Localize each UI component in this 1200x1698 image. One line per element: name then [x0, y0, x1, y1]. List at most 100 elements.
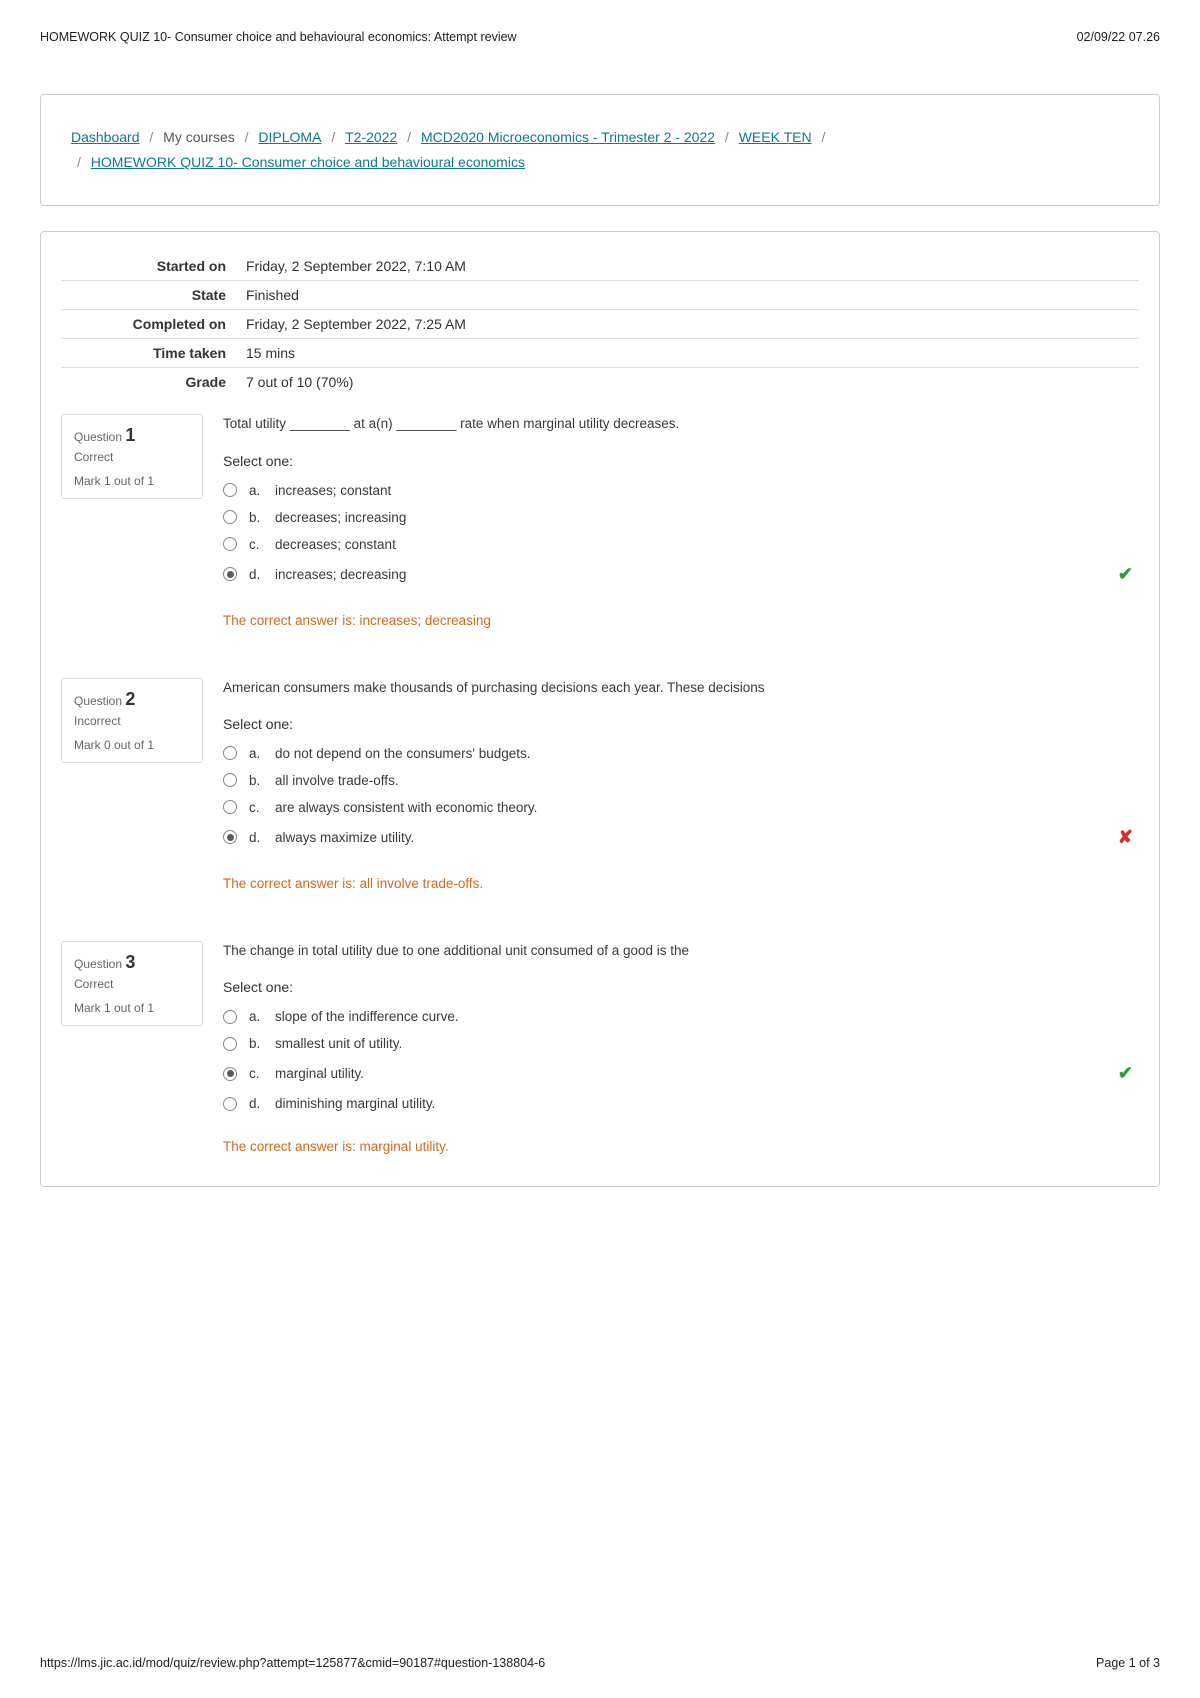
footer-page: Page 1 of 3 — [1096, 1656, 1160, 1670]
question-label: Question — [74, 694, 125, 708]
document-header: HOMEWORK QUIZ 10- Consumer choice and be… — [40, 30, 1160, 44]
breadcrumb-link[interactable]: DIPLOMA — [258, 129, 321, 145]
radio-icon[interactable] — [223, 1010, 237, 1024]
answer-option[interactable]: a. do not depend on the consumers' budget… — [223, 740, 1141, 767]
question-block: Question 1 Correct Mark 1 out of 1 Total ut… — [41, 396, 1159, 659]
radio-icon[interactable] — [223, 830, 237, 844]
breadcrumb-link[interactable]: T2-2022 — [345, 129, 397, 145]
question-mark: Mark 1 out of 1 — [74, 1001, 190, 1015]
answers-list: a. increases; constant b. decreases; increa… — [223, 477, 1141, 591]
option-letter: b. — [249, 773, 265, 788]
breadcrumb-link[interactable]: HOMEWORK QUIZ 10- Consumer choice and be… — [91, 154, 525, 170]
doc-datetime: 02/09/22 07.26 — [1077, 30, 1160, 44]
question-mark: Mark 0 out of 1 — [74, 738, 190, 752]
answer-option[interactable]: c.marginal utility.✔ — [223, 1057, 1141, 1090]
feedback-text: The correct answer is: all involve trade… — [223, 876, 1141, 891]
summary-label: Started on — [61, 252, 236, 281]
breadcrumb-link[interactable]: WEEK TEN — [739, 129, 812, 145]
option-text: decreases; increasing — [275, 510, 406, 525]
radio-icon[interactable] — [223, 537, 237, 551]
summary-row: StateFinished — [61, 281, 1139, 310]
answer-option[interactable]: b. decreases; increasing — [223, 504, 1141, 531]
breadcrumb-separator: / — [327, 129, 339, 145]
doc-title: HOMEWORK QUIZ 10- Consumer choice and be… — [40, 30, 517, 44]
option-letter: c. — [249, 537, 265, 552]
quiz-review-card: Started onFriday, 2 September 2022, 7:10… — [40, 231, 1160, 1187]
summary-label: Time taken — [61, 339, 236, 368]
radio-icon[interactable] — [223, 800, 237, 814]
option-text: slope of the indifference curve. — [275, 1009, 459, 1024]
option-letter: b. — [249, 1036, 265, 1051]
breadcrumb-separator: / — [403, 129, 415, 145]
summary-table: Started onFriday, 2 September 2022, 7:10… — [61, 252, 1139, 396]
option-text: marginal utility. — [275, 1066, 364, 1081]
question-number: 2 — [125, 689, 135, 709]
question-body: The change in total utility due to one a… — [203, 941, 1141, 1178]
option-text: decreases; constant — [275, 537, 396, 552]
summary-value: Friday, 2 September 2022, 7:10 AM — [236, 252, 1139, 281]
question-number: 1 — [125, 425, 135, 445]
feedback-text: The correct answer is: increases; decrea… — [223, 613, 1141, 628]
breadcrumb-separator: / — [818, 129, 826, 145]
question-status: Correct — [74, 977, 190, 991]
answer-option[interactable]: a. increases; constant — [223, 477, 1141, 504]
question-label: Question — [74, 430, 125, 444]
radio-icon[interactable] — [223, 483, 237, 497]
breadcrumb-separator: / — [146, 129, 158, 145]
option-letter: a. — [249, 746, 265, 761]
question-text: American consumers make thousands of pur… — [223, 678, 1141, 698]
checkmark-icon: ✔ — [1118, 564, 1141, 585]
answer-option[interactable]: b.smallest unit of utility. — [223, 1030, 1141, 1057]
option-letter: a. — [249, 1009, 265, 1024]
option-letter: d. — [249, 567, 265, 582]
answers-list: a. do not depend on the consumers' budget… — [223, 740, 1141, 854]
question-info-box: Question 3CorrectMark 1 out of 1 — [61, 941, 203, 1026]
radio-icon[interactable] — [223, 1067, 237, 1081]
summary-value: 7 out of 10 (70%) — [236, 368, 1139, 397]
radio-icon[interactable] — [223, 510, 237, 524]
answer-option[interactable]: d.diminishing marginal utility. — [223, 1090, 1141, 1117]
option-text: do not depend on the consumers' budgets. — [275, 746, 531, 761]
question-status: Correct — [74, 450, 190, 464]
breadcrumb: Dashboard / My courses / DIPLOMA / T2-20… — [41, 95, 1159, 205]
breadcrumb-text: My courses — [163, 129, 235, 145]
summary-row: Time taken15 mins — [61, 339, 1139, 368]
select-one-label: Select one: — [223, 453, 1141, 469]
breadcrumb-link[interactable]: MCD2020 Microeconomics - Trimester 2 - 2… — [421, 129, 715, 145]
summary-label: Completed on — [61, 310, 236, 339]
question-status: Incorrect — [74, 714, 190, 728]
breadcrumb-link[interactable]: Dashboard — [71, 129, 140, 145]
answer-option[interactable]: d.always maximize utility.✘ — [223, 821, 1141, 854]
answer-option[interactable]: c. decreases; constant — [223, 531, 1141, 558]
answer-option[interactable]: c.are always consistent with economic th… — [223, 794, 1141, 821]
radio-icon[interactable] — [223, 1097, 237, 1111]
radio-icon[interactable] — [223, 567, 237, 581]
question-body: Total utility ________ at a(n) ________ … — [203, 414, 1141, 651]
answer-option[interactable]: a. slope of the indifference curve. — [223, 1003, 1141, 1030]
radio-icon[interactable] — [223, 1037, 237, 1051]
option-text: increases; decreasing — [275, 567, 406, 582]
footer-url: https://lms.jic.ac.id/mod/quiz/review.ph… — [40, 1656, 545, 1670]
option-text: increases; constant — [275, 483, 391, 498]
select-one-label: Select one: — [223, 716, 1141, 732]
summary-label: Grade — [61, 368, 236, 397]
attempt-summary: Started onFriday, 2 September 2022, 7:10… — [41, 232, 1159, 396]
summary-label: State — [61, 281, 236, 310]
question-block: Question 2 Incorrect Mark 0 out of 1 Americ… — [41, 660, 1159, 923]
option-letter: b. — [249, 510, 265, 525]
option-letter: a. — [249, 483, 265, 498]
answer-option[interactable]: d. increases; decreasing ✔ — [223, 558, 1141, 591]
option-text: always maximize utility. — [275, 830, 414, 845]
summary-row: Started onFriday, 2 September 2022, 7:10… — [61, 252, 1139, 281]
question-mark: Mark 1 out of 1 — [74, 474, 190, 488]
radio-icon[interactable] — [223, 773, 237, 787]
breadcrumb-separator: / — [241, 129, 253, 145]
answer-option[interactable]: b.all involve trade-offs. — [223, 767, 1141, 794]
breadcrumb-separator: / — [721, 129, 733, 145]
summary-row: Grade7 out of 10 (70%) — [61, 368, 1139, 397]
question-label: Question — [74, 957, 125, 971]
option-letter: c. — [249, 800, 265, 815]
summary-value: Finished — [236, 281, 1139, 310]
answers-list: a. slope of the indifference curve. b.smal… — [223, 1003, 1141, 1117]
radio-icon[interactable] — [223, 746, 237, 760]
